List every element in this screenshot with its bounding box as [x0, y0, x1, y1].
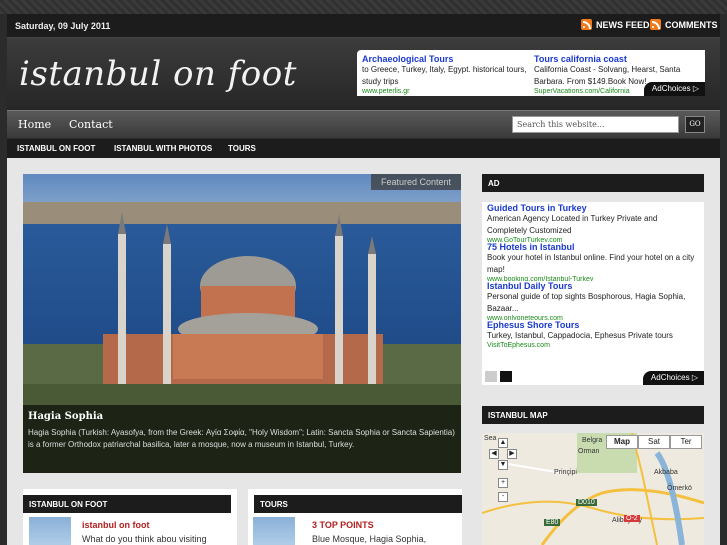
ad-pager	[485, 371, 512, 382]
news-feed-label: NEWS FEED	[596, 19, 650, 30]
comments-feed-link[interactable]: COMMENTS	[650, 19, 718, 30]
ad-title[interactable]: 75 Hotels in Istanbul	[487, 242, 699, 252]
ad-url[interactable]: www.peterlis.gr	[362, 88, 527, 95]
nav-item-contact[interactable]: Contact	[69, 118, 113, 131]
post-title[interactable]: istanbul on foot	[82, 520, 150, 530]
ad-text: to Greece, Turkey, Italy, Egypt. histori…	[362, 65, 527, 86]
top-texture	[0, 0, 727, 14]
ad-text: Turkey, Istanbul, Cappadocia, Ephesus Pr…	[487, 331, 673, 340]
map-label: Belgra	[582, 437, 603, 444]
content-area: Featured Content Hagia Sophia Hagia Soph…	[7, 158, 720, 545]
post-thumbnail[interactable]	[29, 517, 71, 545]
map-tab-sat[interactable]: Sat	[638, 435, 670, 449]
road-shield: D010	[576, 499, 597, 506]
road-shield: O-2	[624, 515, 640, 522]
sidebar-ad-box: Guided Tours in Turkey American Agency L…	[482, 202, 704, 385]
rss-icon	[581, 19, 592, 30]
category-nav: ISTANBUL ON FOOT ISTANBUL WITH PHOTOS TO…	[7, 139, 720, 158]
adchoices-label: AdChoices	[651, 84, 691, 93]
bottom-widget-left: ISTANBUL ON FOOT istanbul on foot What d…	[23, 489, 237, 545]
date-bar: Saturday, 09 July 2011 NEWS FEED COMMENT…	[7, 14, 720, 38]
post-thumbnail[interactable]	[253, 517, 295, 545]
featured-text: Hagia Sophia (Turkish: Ayasofya, from th…	[28, 428, 455, 449]
ad-url[interactable]: VisitToEphesus.com	[487, 342, 699, 349]
nav-item-home[interactable]: Home	[18, 118, 51, 131]
rss-icon	[650, 19, 661, 30]
map-label: Akbaba	[654, 469, 678, 476]
next-arrow-icon[interactable]	[500, 371, 512, 382]
ad-text: Personal guide of top sights Bosphorous,…	[487, 292, 686, 313]
adchoices-icon: ▷	[692, 84, 699, 93]
ad-title[interactable]: Archaeological Tours	[362, 54, 527, 64]
prev-arrow-icon[interactable]	[485, 371, 497, 382]
map-tab-ter[interactable]: Ter	[670, 435, 702, 449]
ad-title[interactable]: Ephesus Shore Tours	[487, 320, 699, 330]
featured-caption: Hagia Sophia Hagia Sophia (Turkish: Ayas…	[23, 405, 461, 473]
ad-widget-heading: AD	[482, 174, 704, 192]
istanbul-map[interactable]: ▲ ◀ ▶ ▼ + - Map Sat Ter Belgra Orman Pri…	[482, 433, 704, 545]
header-ad-banner: Archaeological Tours to Greece, Turkey, …	[357, 50, 705, 96]
adchoices-button[interactable]: AdChoices ▷	[643, 82, 705, 96]
bottom-right-heading: TOURS	[254, 495, 462, 513]
current-date: Saturday, 09 July 2011	[15, 21, 111, 31]
search-input[interactable]: Search this website...	[512, 116, 679, 133]
bottom-left-heading: ISTANBUL ON FOOT	[23, 495, 231, 513]
pan-up-icon[interactable]: ▲	[498, 438, 508, 448]
ad-title[interactable]: Tours california coast	[534, 54, 699, 64]
map-type-tabs: Map Sat Ter	[606, 435, 702, 449]
adchoices-label: AdChoices	[650, 373, 690, 382]
subnav-item-istanbul-with-photos[interactable]: ISTANBUL WITH PHOTOS	[114, 144, 212, 153]
road-shield: E80	[544, 519, 561, 526]
ad-title[interactable]: Guided Tours in Turkey	[487, 203, 699, 213]
featured-content-tag: Featured Content	[370, 174, 461, 190]
news-feed-link[interactable]: NEWS FEED	[581, 19, 650, 30]
adchoices-button[interactable]: AdChoices ▷	[642, 371, 704, 385]
pan-right-icon[interactable]: ▶	[507, 449, 517, 459]
pan-left-icon[interactable]: ◀	[489, 449, 499, 459]
site-header: istanbul on foot Archaeological Tours to…	[7, 38, 720, 110]
featured-slider[interactable]: Featured Content Hagia Sophia Hagia Soph…	[23, 174, 461, 473]
site-logo[interactable]: istanbul on foot	[19, 54, 297, 94]
sidebar-ad-item[interactable]: Istanbul Daily Tours Personal guide of t…	[487, 281, 699, 320]
map-label: Orman	[578, 448, 600, 455]
ad-text: American Agency Located in Turkey Privat…	[487, 214, 658, 235]
map-label: Prinçipi	[554, 469, 577, 476]
sidebar-ad-item[interactable]: 75 Hotels in Istanbul Book your hotel in…	[487, 242, 699, 281]
zoom-in-icon[interactable]: +	[498, 478, 508, 488]
sidebar-ad-item[interactable]: Ephesus Shore Tours Turkey, Istanbul, Ca…	[487, 320, 699, 349]
map-label: Sea	[484, 435, 497, 442]
ad-title[interactable]: Istanbul Daily Tours	[487, 281, 699, 291]
featured-title[interactable]: Hagia Sophia	[28, 411, 456, 422]
sidebar-ad-item[interactable]: Guided Tours in Turkey American Agency L…	[487, 203, 699, 242]
post-title[interactable]: 3 TOP POINTS	[312, 520, 374, 530]
comments-label: COMMENTS	[665, 19, 718, 30]
zoom-slider-icon[interactable]: -	[498, 492, 508, 502]
adchoices-icon: ▷	[691, 373, 698, 382]
map-tab-map[interactable]: Map	[606, 435, 638, 449]
post-excerpt: Blue Mosque, Hagia Sophia,	[312, 534, 427, 544]
ad-text: Book your hotel in Istanbul online. Find…	[487, 253, 695, 274]
main-nav: Home Contact Search this website... GO	[7, 110, 720, 138]
map-label: Ömerkö	[667, 485, 692, 492]
search-go-button[interactable]: GO	[685, 116, 705, 133]
subnav-item-istanbul-on-foot[interactable]: ISTANBUL ON FOOT	[17, 144, 95, 153]
header-ad-item[interactable]: Archaeological Tours to Greece, Turkey, …	[362, 54, 527, 95]
post-excerpt: What do you think abou visiting	[82, 534, 207, 544]
subnav-item-tours[interactable]: TOURS	[228, 144, 256, 153]
map-widget-heading: ISTANBUL MAP	[482, 406, 704, 424]
bottom-widget-right: TOURS 3 TOP POINTS Blue Mosque, Hagia So…	[248, 489, 462, 545]
pan-down-icon[interactable]: ▼	[498, 460, 508, 470]
